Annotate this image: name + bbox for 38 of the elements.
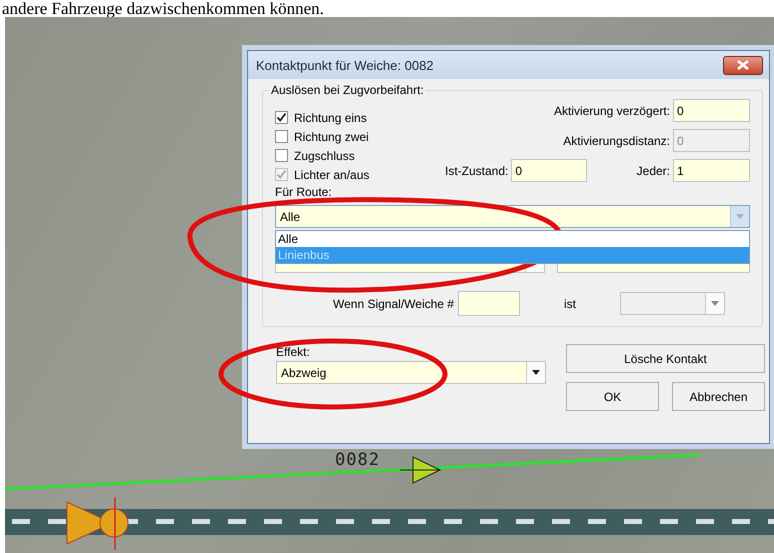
route-dropdown[interactable]: Alle <box>275 205 750 228</box>
dropdown-option[interactable]: Alle <box>276 231 749 247</box>
field-label: Aktivierung verzögert: <box>554 104 670 118</box>
checkbox-label: Zugschluss <box>294 148 355 162</box>
field-label: Für Route: <box>275 186 332 199</box>
contact-label: 0082 <box>335 450 380 470</box>
checkbox-label: Lichter an/aus <box>294 168 370 182</box>
checkmark-icon <box>276 169 287 180</box>
input-field[interactable]: 1 <box>673 159 750 182</box>
field-label: Ist-Zustand: <box>445 164 508 178</box>
checkbox-label: Richtung eins <box>294 110 367 124</box>
checkbox[interactable] <box>275 130 288 143</box>
input-field[interactable] <box>458 291 520 316</box>
input-field[interactable]: 0 <box>511 159 588 182</box>
checkmark-icon <box>276 112 287 123</box>
page-text: andere Fahrzeuge dazwischenkommen können. <box>2 0 324 17</box>
contact-arrow-icon[interactable] <box>400 456 442 484</box>
field-label: Aktivierungsdistanz: <box>563 134 670 148</box>
dialog-button[interactable]: Lösche Kontakt <box>566 344 765 373</box>
effect-dropdown[interactable]: Abzweig <box>276 361 546 384</box>
input-field[interactable]: 0 <box>673 99 750 122</box>
close-button[interactable] <box>723 56 763 74</box>
checkbox[interactable] <box>275 149 288 162</box>
field-label: ist <box>562 296 577 310</box>
dialog-button[interactable]: Abbrechen <box>672 382 765 411</box>
signal-marker-icon[interactable] <box>66 497 128 550</box>
field-label: Wenn Signal/Weiche # <box>333 296 454 310</box>
dialog-button[interactable]: OK <box>566 382 659 411</box>
group-title: Auslösen bei Zugvorbeifahrt: <box>270 83 425 97</box>
window-title: Kontaktpunkt für Weiche: 0082 <box>256 58 434 72</box>
field-label: Jeder: <box>636 164 670 178</box>
caret-icon <box>532 370 540 375</box>
close-icon <box>737 60 749 70</box>
caret-icon <box>710 301 719 306</box>
checkbox-label: Richtung zwei <box>294 130 369 144</box>
field-label: Effekt: <box>276 345 310 359</box>
caret-icon <box>736 214 744 219</box>
checkbox[interactable] <box>275 111 288 124</box>
